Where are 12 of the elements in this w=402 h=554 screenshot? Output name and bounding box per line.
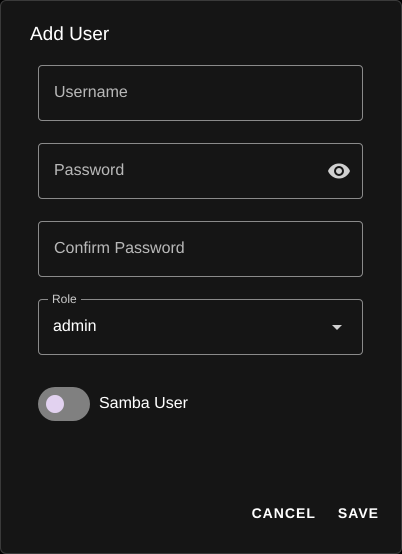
caret-icon — [332, 324, 342, 330]
select-value: admin — [53, 318, 98, 336]
switch-label: Samba User — [99, 395, 188, 413]
input-field[interactable]: Confirm Password — [38, 221, 363, 277]
role-select[interactable]: Role admin — [38, 291, 363, 355]
cancel-button[interactable]: CANCEL — [244, 497, 324, 529]
dialog-title: Add User — [30, 23, 110, 47]
input-field[interactable]: Username — [38, 65, 363, 121]
save-button[interactable]: SAVE — [330, 497, 387, 529]
password-field[interactable]: Password — [38, 143, 363, 199]
field-label: Role — [48, 292, 81, 306]
samba-switch[interactable] — [38, 387, 90, 421]
